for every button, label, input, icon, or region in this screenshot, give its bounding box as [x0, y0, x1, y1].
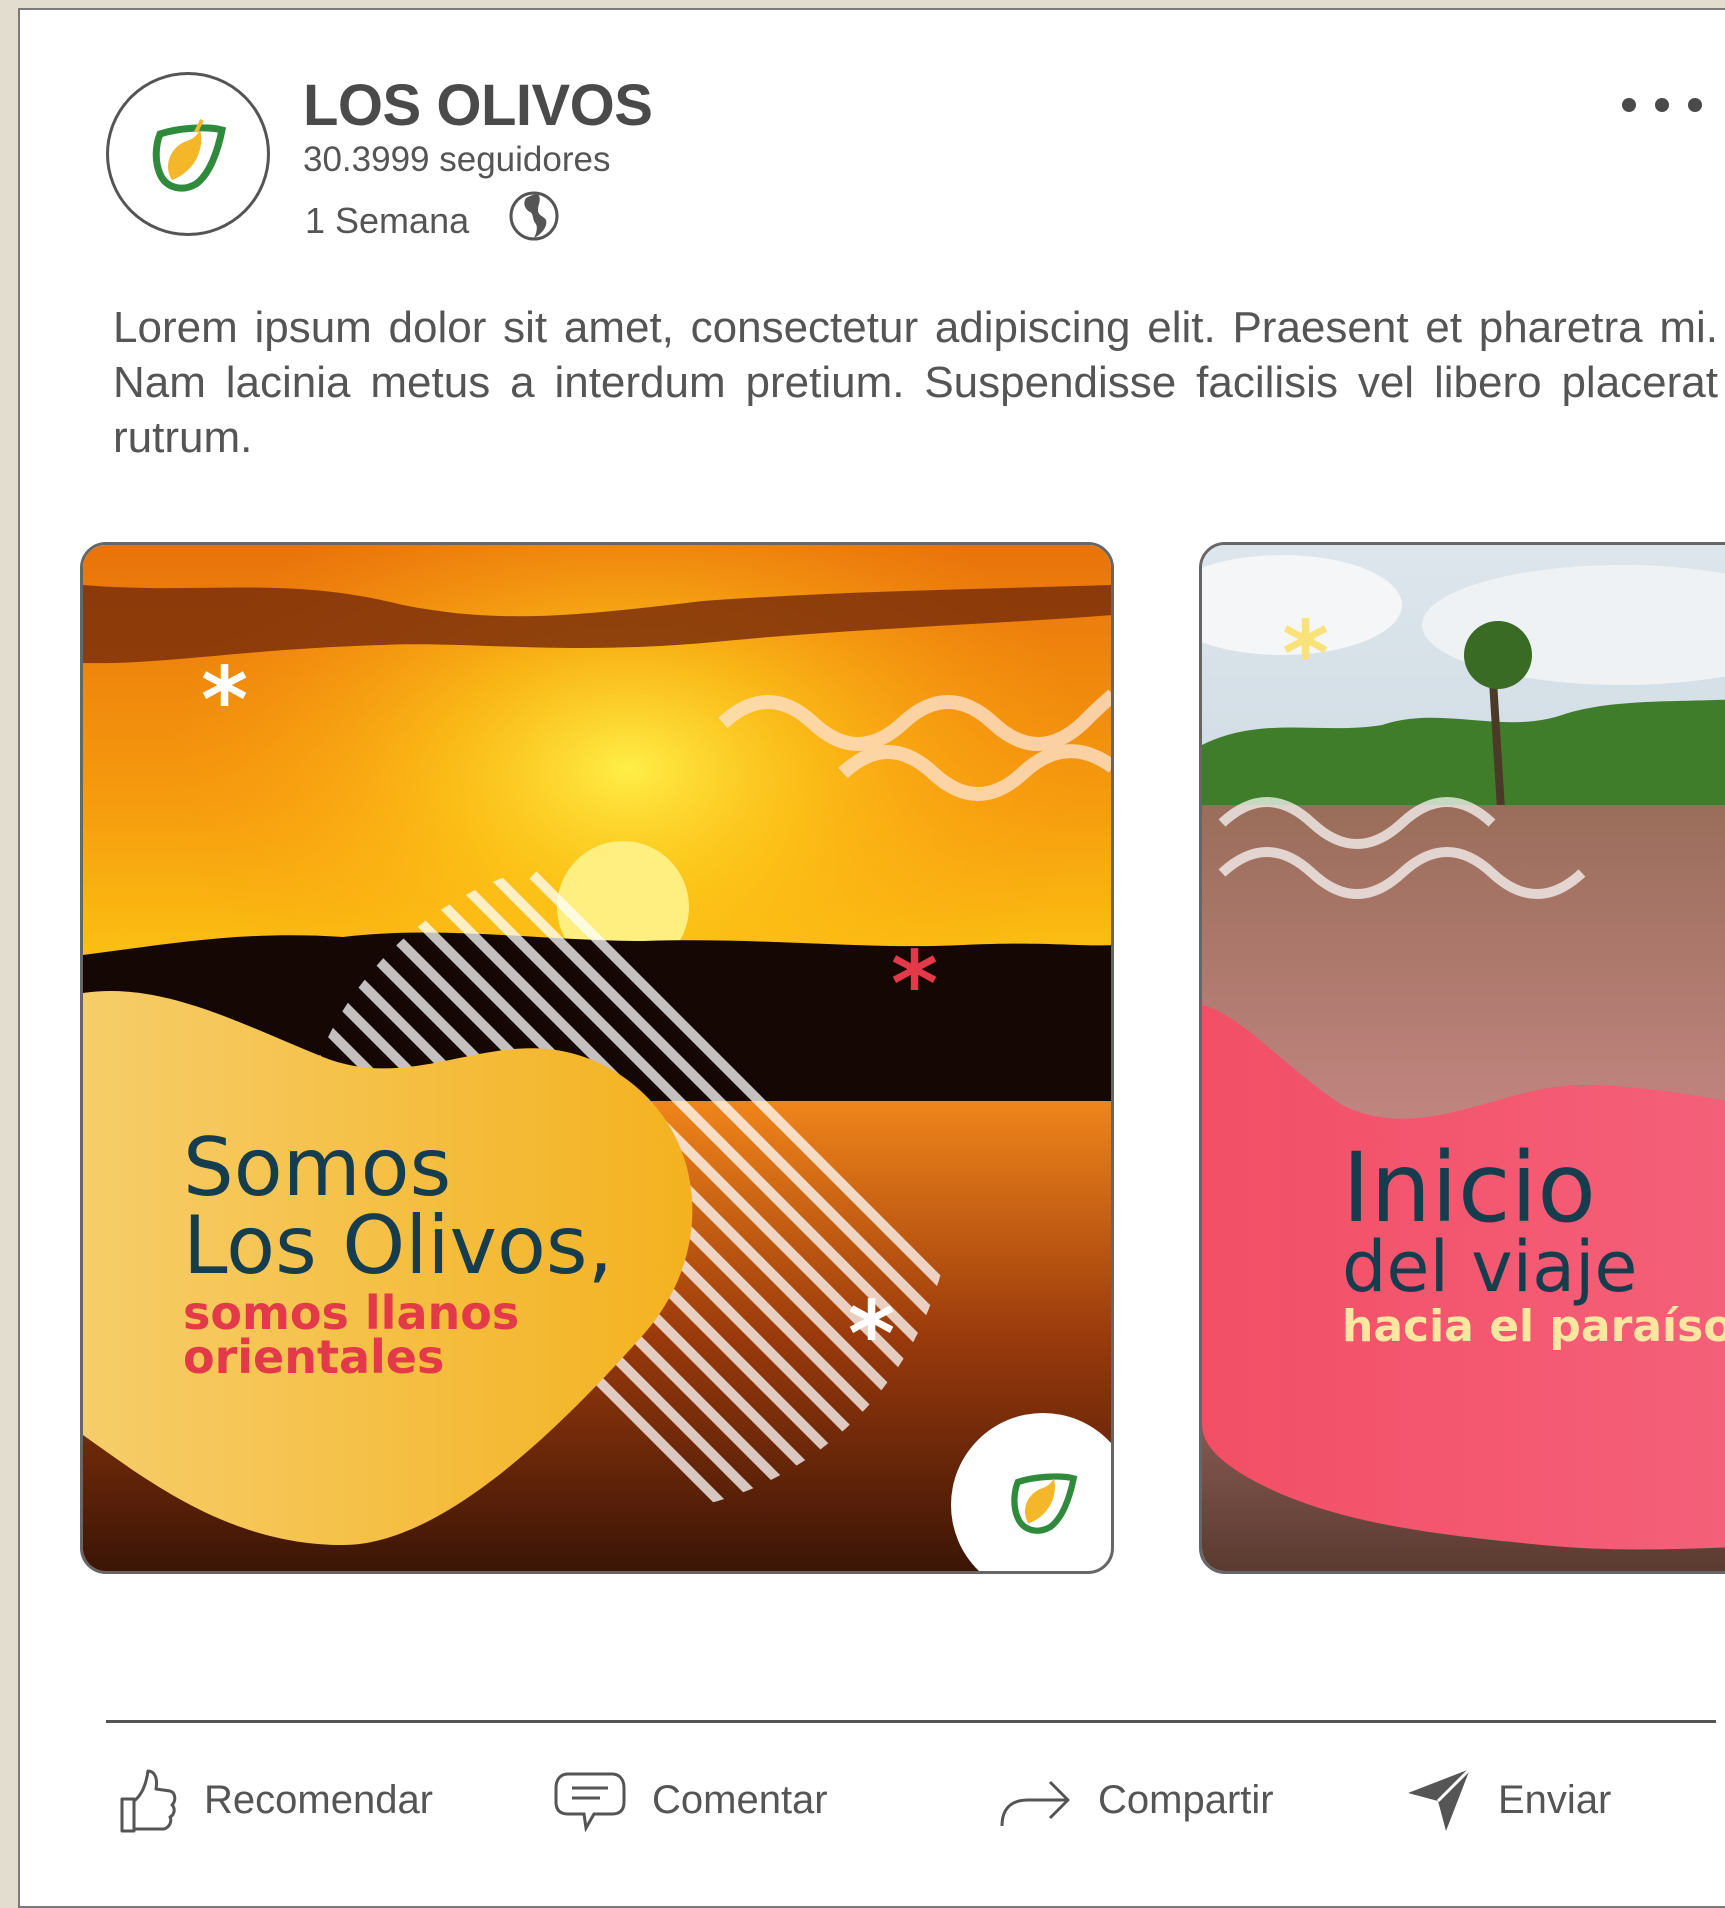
slide-title-line2: Los Olivos,: [183, 1199, 613, 1292]
post-time: 1 Semana: [305, 200, 470, 241]
author-name[interactable]: LOS OLIVOS: [303, 72, 653, 139]
thumbs-up-icon: [120, 1769, 177, 1833]
comment-button[interactable]: Comentar: [554, 1760, 828, 1840]
asterisk-decoration-icon: *: [848, 1282, 895, 1387]
post-card: LOS OLIVOS 30.3999 seguidores 1 Semana L…: [18, 8, 1725, 1908]
send-label: Enviar: [1498, 1777, 1612, 1822]
comment-label: Comentar: [652, 1777, 828, 1822]
actions-divider: [106, 1720, 1716, 1723]
share-arrow-icon: [1000, 1780, 1070, 1827]
slide-subtitle: hacia el paraíso: [1342, 1301, 1725, 1352]
recommend-label: Recomendar: [204, 1777, 434, 1822]
globe-icon: [509, 191, 559, 241]
recommend-button[interactable]: Recomendar: [116, 1760, 433, 1840]
share-label: Compartir: [1098, 1777, 1274, 1822]
send-icon: [1408, 1767, 1472, 1831]
post-body: Lorem ipsum dolor sit amet, consectetur …: [113, 303, 1718, 462]
more-dot-icon: [1688, 98, 1702, 112]
follower-count: 30.3999 seguidores: [303, 140, 611, 179]
carousel-image-sunset[interactable]: * * * Somos Los Olivos, somos llanos ori…: [80, 542, 1114, 1574]
slide-subtitle-line2: orientales: [183, 1330, 444, 1384]
comment-icon: [554, 1772, 626, 1832]
asterisk-decoration-icon: *: [1282, 602, 1329, 707]
slide-title-line2: del viaje: [1342, 1226, 1637, 1308]
asterisk-decoration-icon: *: [201, 648, 248, 753]
more-dot-icon: [1622, 98, 1636, 112]
more-options-button[interactable]: [1622, 92, 1702, 118]
los-olivos-logo-icon: [152, 119, 227, 192]
company-avatar[interactable]: [106, 72, 270, 236]
more-dot-icon: [1655, 98, 1669, 112]
send-button[interactable]: Enviar: [1406, 1760, 1611, 1840]
asterisk-decoration-icon: *: [891, 932, 938, 1037]
share-button[interactable]: Compartir: [998, 1760, 1274, 1840]
carousel-image-river[interactable]: * Inicio del viaje hacia el paraíso: [1199, 542, 1725, 1574]
